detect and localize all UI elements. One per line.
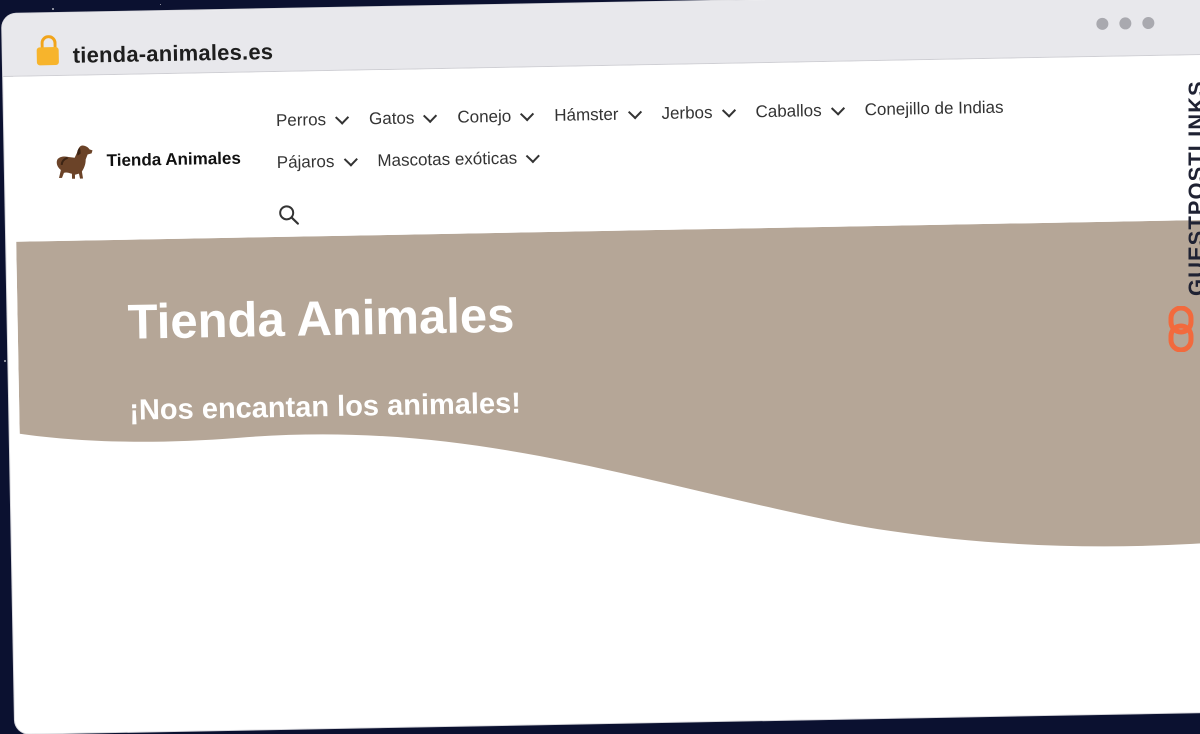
nav-item-label: Jerbos	[661, 102, 713, 123]
nav-item-label: Conejo	[457, 106, 512, 127]
nav-item-gatos[interactable]: Gatos	[368, 108, 438, 129]
chevron-down-icon	[520, 107, 535, 122]
chain-link-icon	[1168, 306, 1194, 352]
watermark-text: GUESTPOSTLINKS	[1184, 80, 1200, 296]
window-dot[interactable]	[1096, 17, 1109, 30]
chevron-down-icon	[721, 103, 736, 118]
nav-item-jerbos[interactable]: Jerbos	[661, 102, 736, 124]
nav-item-pajaros[interactable]: Pájaros	[276, 151, 358, 173]
nav-item-perros[interactable]: Perros	[275, 110, 350, 131]
url-text[interactable]: tienda-animales.es	[73, 39, 274, 69]
nav-item-hamster[interactable]: Hámster	[554, 104, 642, 126]
chevron-down-icon	[423, 108, 438, 124]
hero-title: Tienda Animales	[127, 288, 515, 350]
nav-item-label: Hámster	[554, 104, 619, 125]
nav-item-label: Gatos	[368, 108, 415, 129]
dog-logo-icon	[56, 145, 93, 179]
nav-item-label: Perros	[275, 110, 327, 130]
nav-item-label: Pájaros	[276, 151, 335, 172]
nav-item-mascotas-exoticas[interactable]: Mascotas exóticas	[377, 148, 541, 171]
web-page: Tienda Animales Perros Gatos Conejo Háms…	[13, 54, 1200, 734]
window-controls	[1096, 16, 1155, 30]
chevron-down-icon	[627, 105, 642, 120]
main-navigation: Perros Gatos Conejo Hámster Jerbos Cabal…	[275, 84, 1157, 225]
nav-item-conejillo-de-indias[interactable]: Conejillo de Indias	[864, 98, 1003, 121]
nav-item-label: Caballos	[755, 100, 822, 122]
nav-item-conejo[interactable]: Conejo	[457, 106, 535, 127]
nav-item-label: Conejillo de Indias	[864, 97, 1004, 120]
chevron-down-icon	[343, 152, 358, 167]
search-icon[interactable]	[278, 204, 300, 226]
chevron-down-icon	[335, 110, 350, 125]
nav-item-label: Mascotas exóticas	[377, 148, 518, 171]
browser-window: tienda-animales.es Tienda Animales Perro…	[2, 0, 1200, 734]
lock-icon	[36, 35, 59, 66]
chevron-down-icon	[526, 149, 541, 164]
nav-item-caballos[interactable]: Caballos	[755, 100, 845, 123]
site-logo[interactable]: Tienda Animales	[52, 139, 241, 182]
site-name: Tienda Animales	[106, 148, 242, 171]
window-dot[interactable]	[1142, 16, 1155, 30]
window-dot[interactable]	[1119, 17, 1132, 30]
chevron-down-icon	[830, 101, 845, 116]
